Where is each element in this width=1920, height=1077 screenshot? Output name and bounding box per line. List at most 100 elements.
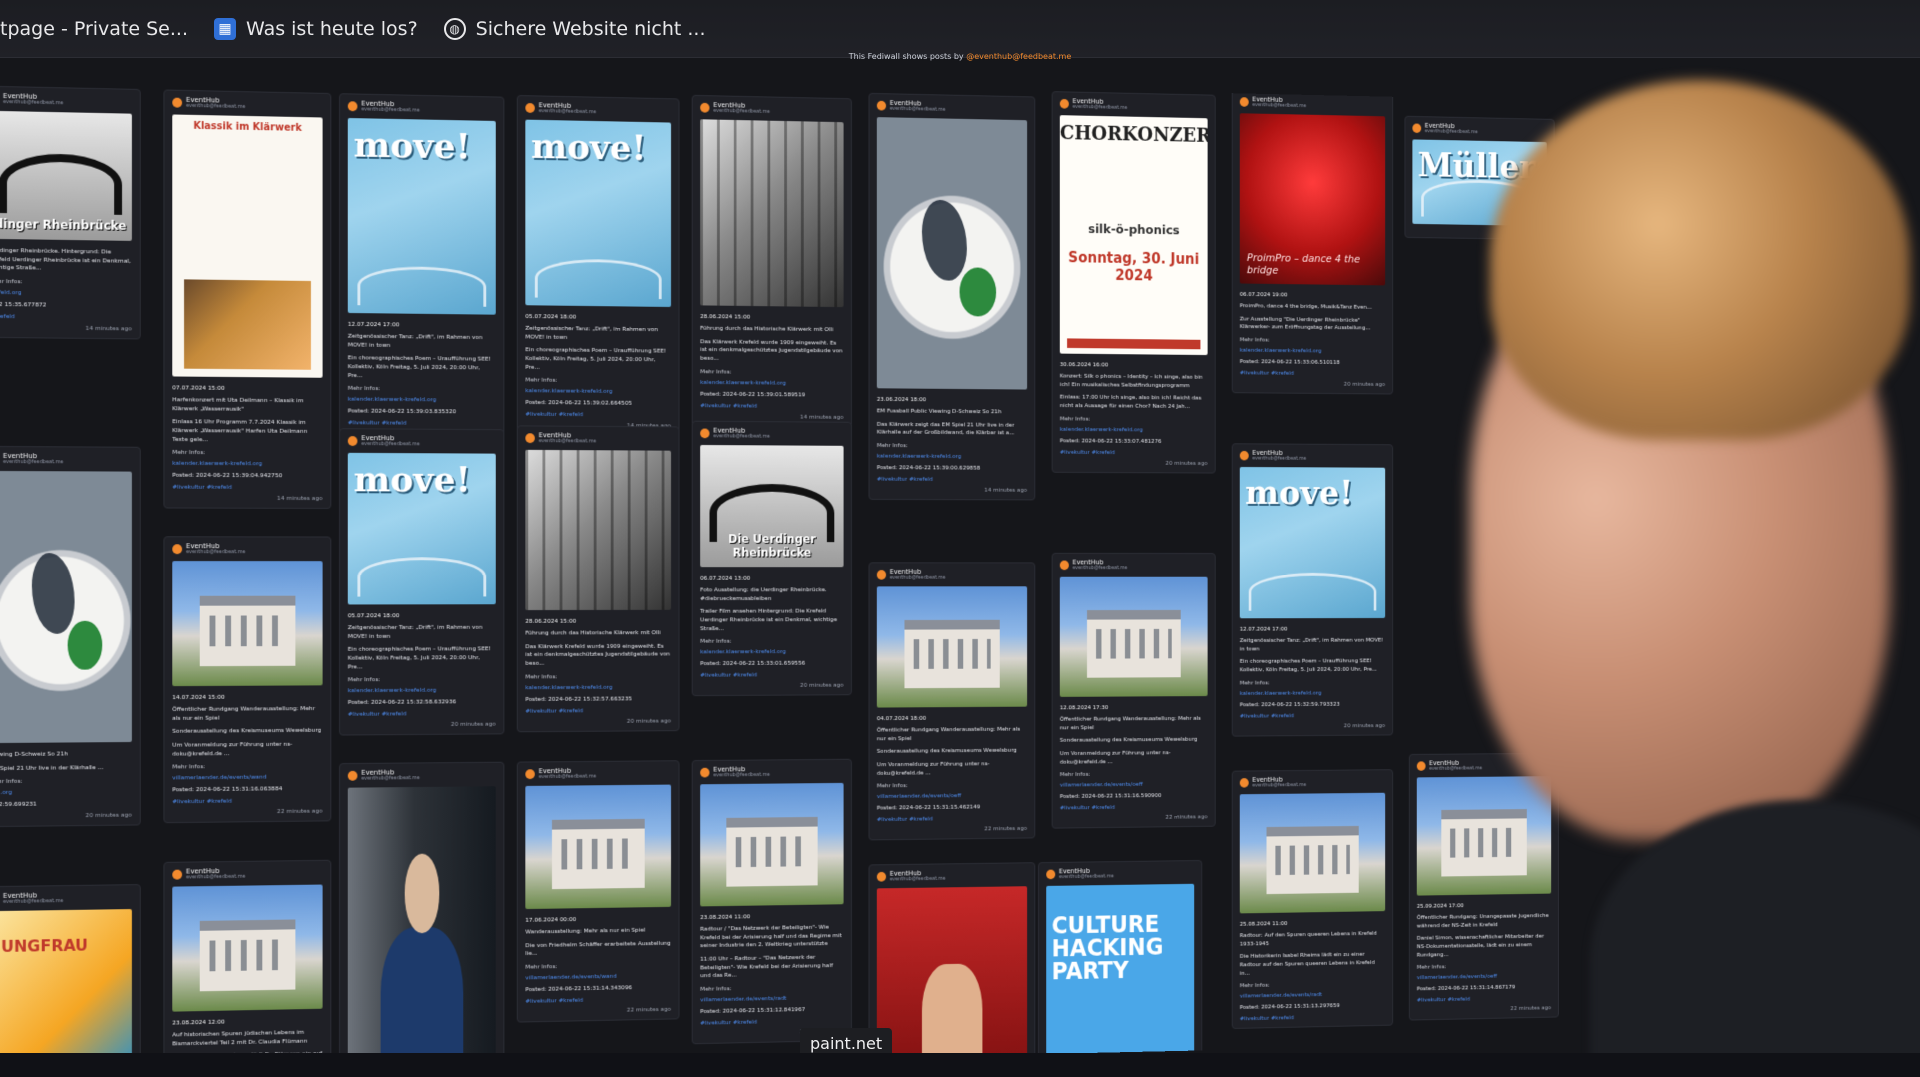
post-card[interactable]: EventHub eventhub@feedbeat.me 28.06.2024 1… — [517, 425, 680, 732]
post-card[interactable]: EventHub eventhub@feedbeat.me ProimPro – d… — [1232, 89, 1393, 394]
post-author[interactable]: EventHub eventhub@feedbeat.me — [1060, 560, 1208, 571]
post-author[interactable]: EventHub eventhub@feedbeat.me — [1240, 96, 1385, 110]
post-hashtags[interactable]: #livekultur #krefeld — [700, 1017, 843, 1027]
post-hashtags[interactable]: #livekultur #krefeld — [172, 484, 322, 491]
post-card[interactable]: EventHub eventhub@feedbeat.me Viewing D-Sc… — [0, 446, 141, 828]
post-image[interactable] — [0, 471, 132, 743]
post-author[interactable]: EventHub eventhub@feedbeat.me — [1060, 98, 1208, 113]
post-author[interactable]: EventHub eventhub@feedbeat.me — [0, 891, 132, 905]
post-author[interactable]: EventHub eventhub@feedbeat.me — [1240, 450, 1385, 462]
post-hashtags[interactable]: #livekultur #krefeld — [348, 420, 496, 428]
post-author[interactable]: EventHub eventhub@feedbeat.me — [0, 93, 132, 108]
post-card[interactable]: EventHub eventhub@feedbeat.me 28.06.2024 1… — [692, 95, 852, 427]
tab-private-session[interactable]: tpage - Private Se... — [0, 18, 188, 40]
post-image[interactable] — [525, 450, 671, 610]
post-card[interactable]: EventHub eventhub@feedbeat.me — [869, 862, 1036, 1077]
post-card[interactable]: EventHub eventhub@feedbeat.me move! 12.07.2… — [339, 93, 504, 445]
post-card[interactable]: EventHub eventhub@feedbeat.me 25.09.2024 1… — [1409, 753, 1559, 1021]
post-age[interactable]: 14 minutes ago — [700, 413, 843, 421]
post-link[interactable]: kalender.klaerwerk-krefeld.org — [877, 453, 1027, 460]
post-hashtags[interactable]: #livekultur #krefeld — [877, 815, 1027, 823]
post-author[interactable]: EventHub eventhub@feedbeat.me — [877, 100, 1027, 115]
post-hashtags[interactable]: #livekultur #krefeld — [700, 402, 843, 410]
post-age[interactable]: 14 minutes ago — [172, 495, 322, 502]
post-link[interactable]: villamerlaender.de/events/oeff — [1417, 972, 1551, 981]
post-author[interactable]: EventHub eventhub@feedbeat.me — [877, 869, 1027, 883]
post-author[interactable]: EventHub eventhub@feedbeat.me — [172, 97, 322, 112]
post-hashtags[interactable]: #livekultur #krefeld — [1240, 370, 1385, 378]
post-image[interactable] — [877, 117, 1027, 389]
post-image[interactable]: Klassik im Klärwerk — [172, 114, 322, 377]
post-author[interactable]: EventHub eventhub@feedbeat.me — [525, 102, 671, 117]
post-link[interactable]: kalender.klaerwerk-krefeld.org — [1060, 426, 1208, 434]
post-image[interactable]: move! — [1240, 467, 1385, 618]
post-age[interactable]: 14 minutes ago — [0, 324, 132, 333]
post-author[interactable]: EventHub eventhub@feedbeat.me — [348, 435, 496, 448]
post-image[interactable]: move! — [525, 120, 671, 307]
taskbar[interactable] — [0, 1053, 1920, 1077]
post-age[interactable]: 20 minutes ago — [1240, 380, 1385, 388]
post-author[interactable]: EventHub eventhub@feedbeat.me — [172, 543, 322, 555]
post-card[interactable]: EventHub eventhub@feedbeat.me move! 05.07.2… — [339, 428, 504, 736]
post-image[interactable]: Müllerschön — [1412, 139, 1546, 226]
post-link[interactable]: kalender.klaerwerk-krefeld.org — [525, 388, 671, 396]
post-hashtags[interactable]: #krefeld — [0, 313, 132, 322]
post-link[interactable]: krefeld.org — [0, 289, 132, 298]
post-author[interactable]: EventHub eventhub@feedbeat.me — [172, 867, 322, 881]
post-hashtags[interactable]: #livekultur #krefeld — [1417, 995, 1551, 1004]
post-author[interactable]: EventHub eventhub@feedbeat.me — [700, 428, 843, 440]
post-hashtags[interactable]: #livekultur #krefeld — [1060, 449, 1208, 456]
post-author[interactable]: EventHub eventhub@feedbeat.me — [1240, 776, 1385, 789]
post-author[interactable]: EventHub eventhub@feedbeat.me — [348, 100, 496, 115]
post-author[interactable]: EventHub eventhub@feedbeat.me — [525, 432, 671, 445]
tab-sichere-website[interactable]: ◍ Sichere Website nicht ... — [444, 18, 706, 40]
post-author[interactable]: EventHub eventhub@feedbeat.me — [348, 769, 496, 782]
post-age[interactable]: 20 minutes ago — [525, 717, 671, 725]
post-card[interactable]: EventHub eventhub@feedbeat.me 23.08.2024 1… — [692, 759, 852, 1045]
post-age[interactable]: 22 minutes ago — [877, 825, 1027, 833]
post-link[interactable]: kalender.klaerwerk-krefeld.org — [172, 460, 322, 468]
post-age[interactable]: 22 minutes ago — [1417, 1005, 1551, 1014]
post-image[interactable]: Die Uerdinger Rheinbrücke — [700, 445, 843, 567]
post-image[interactable] — [1417, 776, 1551, 895]
post-link[interactable]: villamerlaender.de/events/oeff — [877, 792, 1027, 800]
post-card[interactable]: EventHub eventhub@feedbeat.me Klassik im K… — [163, 89, 331, 509]
post-link[interactable]: villamerlaender.de/events/wand — [172, 774, 322, 782]
post-card[interactable]: EventHub eventhub@feedbeat.me 12.08.2024 1… — [1052, 553, 1216, 829]
post-hashtags[interactable]: #livekultur #krefeld — [700, 672, 843, 679]
post-image[interactable]: CULTURE HACKING PARTY — [1046, 884, 1194, 1077]
post-age[interactable]: 22 minutes ago — [525, 1006, 671, 1016]
post-link[interactable]: kalender.klaerwerk-krefeld.org — [700, 379, 843, 387]
post-hashtags[interactable]: #livekultur #krefeld — [348, 710, 496, 718]
post-author[interactable]: EventHub eventhub@feedbeat.me — [700, 102, 843, 117]
post-image[interactable] — [700, 783, 843, 907]
post-card[interactable]: EventHub eventhub@feedbeat.me dinger Rhein… — [0, 86, 141, 340]
post-card[interactable]: EventHub eventhub@feedbeat.me CULTURE HACK… — [1038, 860, 1202, 1077]
post-image[interactable] — [1060, 577, 1208, 697]
post-author[interactable]: EventHub eventhub@feedbeat.me — [0, 453, 132, 466]
post-age[interactable]: 22 minutes ago — [1060, 814, 1208, 822]
post-hashtags[interactable]: #livekultur #krefeld — [1240, 1013, 1385, 1023]
post-age[interactable]: 20 minutes ago — [0, 812, 132, 821]
post-link[interactable]: kalender.klaerwerk-krefeld.org — [348, 396, 496, 404]
post-card[interactable]: EventHub eventhub@feedbeat.me 04.07.2024 1… — [869, 562, 1036, 840]
post-hashtags[interactable]: #livekultur #krefeld — [525, 411, 671, 419]
post-image[interactable]: JUNGFRAU — [0, 909, 132, 1077]
post-hashtags[interactable]: #livekultur #krefeld — [1240, 712, 1385, 720]
post-link[interactable]: kalender.klaerwerk-krefeld.org — [700, 648, 843, 655]
post-image[interactable]: ProimPro – dance 4 the bridge — [1240, 113, 1385, 285]
post-hashtags[interactable]: #livekultur #krefeld — [525, 995, 671, 1005]
post-image[interactable]: CHORKONZERT silk-ö-phonics Sonntag, 30. Ju… — [1060, 115, 1208, 355]
post-link[interactable]: kalender.klaerwerk-krefeld.org — [1240, 689, 1385, 696]
post-image[interactable] — [877, 586, 1027, 707]
post-link[interactable]: kalender.klaerwerk-krefeld.org — [525, 683, 671, 691]
post-card[interactable]: EventHub eventhub@feedbeat.me Müllerschön — [1404, 116, 1554, 240]
post-card[interactable]: EventHub eventhub@feedbeat.me JUNGFRAU — [0, 884, 141, 1077]
post-image[interactable]: move! — [348, 453, 496, 605]
post-card[interactable]: EventHub eventhub@feedbeat.me 17.06.2024 0… — [517, 760, 680, 1022]
post-card[interactable]: EventHub eventhub@feedbeat.me move! 05.07.2… — [517, 95, 680, 437]
post-link[interactable]: villamerlaender.de/events/oeff — [1060, 781, 1208, 789]
post-link[interactable]: kalender.klaerwerk-krefeld.org — [348, 687, 496, 695]
post-card[interactable]: EventHub eventhub@feedbeat.me 25.08.2024 1… — [1232, 769, 1393, 1029]
post-card[interactable]: EventHub eventhub@feedbeat.me Die Uerdinge… — [692, 421, 852, 697]
